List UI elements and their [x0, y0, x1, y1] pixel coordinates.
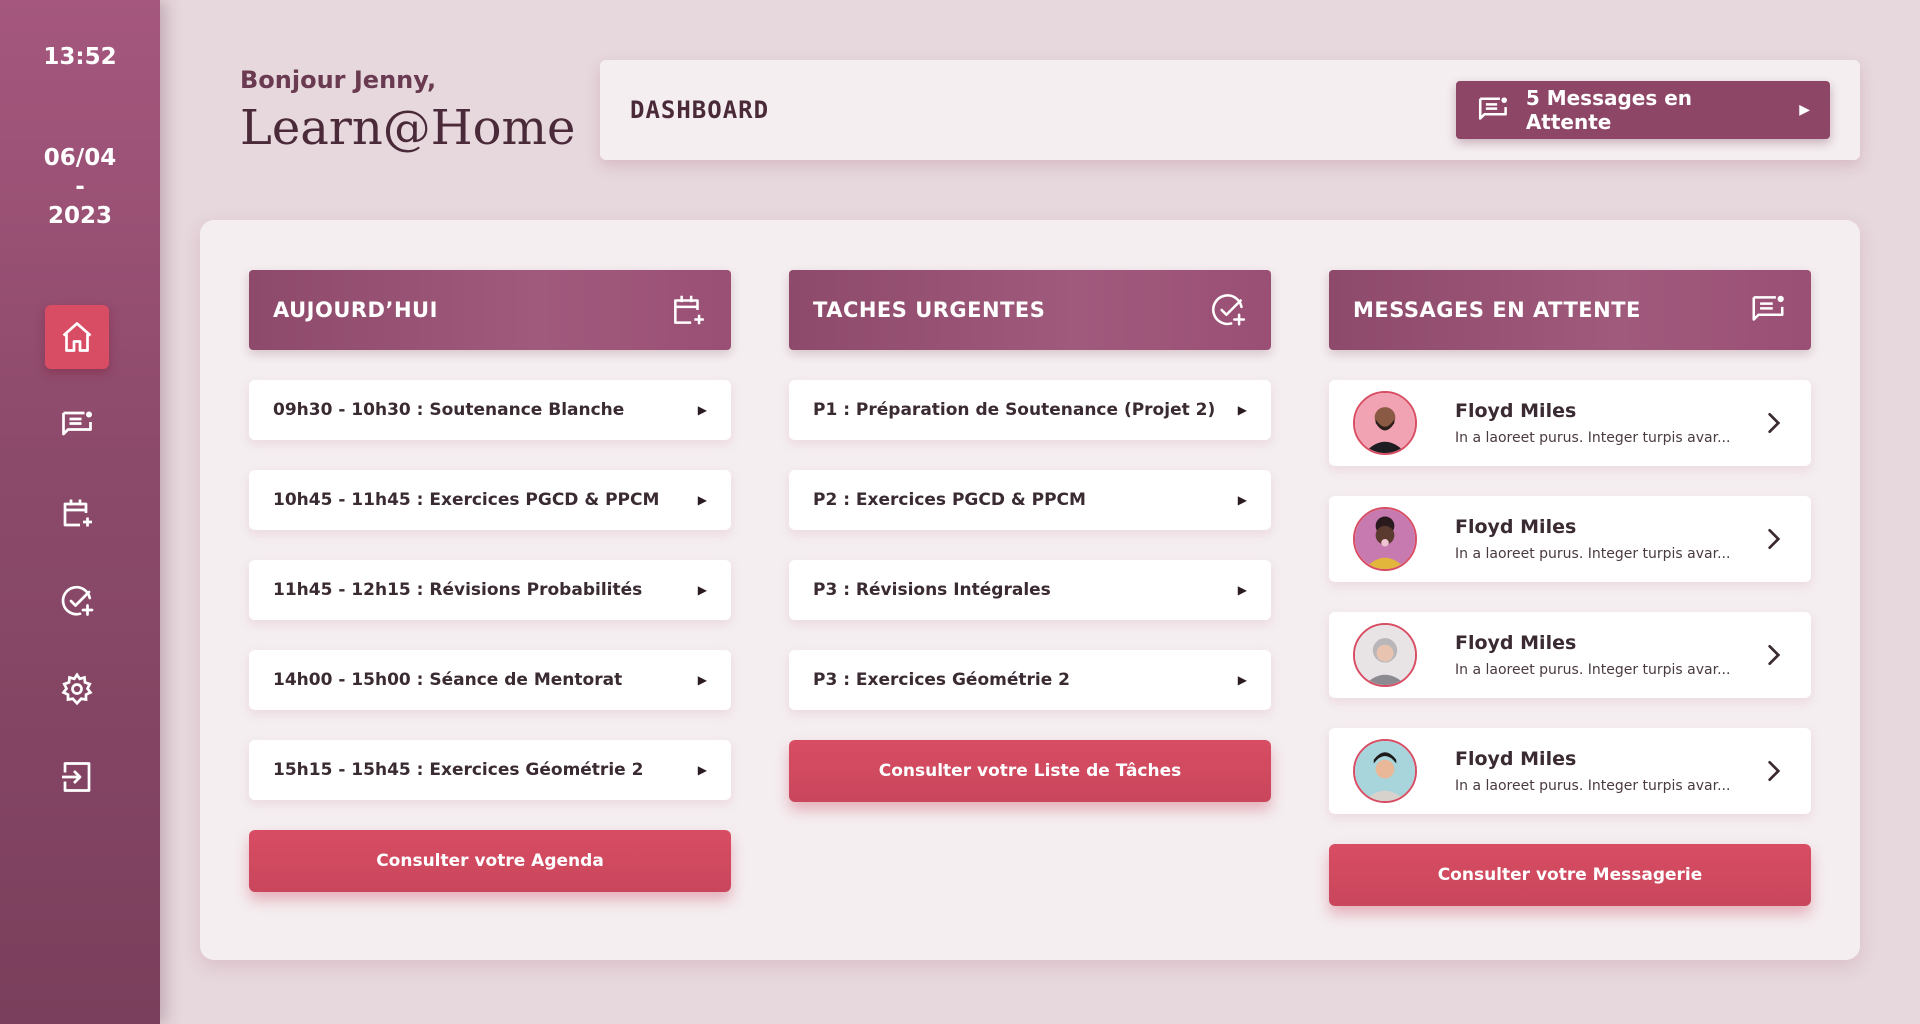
caret-right-icon: ▶	[1237, 583, 1247, 597]
caret-right-icon: ▶	[1237, 673, 1247, 687]
message-text: Floyd Miles In a laoreet purus. Integer …	[1455, 748, 1739, 794]
caret-right-icon: ▶	[697, 763, 707, 777]
message-preview: In a laoreet purus. Integer turpis avar.…	[1455, 546, 1731, 562]
nav-home[interactable]	[45, 305, 109, 369]
urgent-tasks-column: TACHES URGENTES P1 : Préparation de Sout…	[789, 270, 1271, 802]
message-item[interactable]: Floyd Miles In a laoreet purus. Integer …	[1329, 728, 1811, 814]
task-item-label: P2 : Exercices PGCD & PPCM	[813, 490, 1086, 510]
clock-time: 13:52	[43, 44, 117, 70]
caret-right-icon: ▶	[1799, 102, 1810, 118]
message-text: Floyd Miles In a laoreet purus. Integer …	[1455, 632, 1739, 678]
messages-icon	[1752, 295, 1784, 321]
task-item[interactable]: P3 : Révisions Intégrales ▶	[789, 560, 1271, 620]
agenda-item[interactable]: 10h45 - 11h45 : Exercices PGCD & PPCM ▶	[249, 470, 731, 530]
chevron-right-icon	[1768, 528, 1781, 550]
messages-icon	[62, 411, 92, 436]
agenda-item-label: 15h15 - 15h45 : Exercices Géométrie 2	[273, 760, 644, 780]
date-separator: -	[75, 174, 85, 200]
pending-messages-button[interactable]: 5 Messages en Attente ▶	[1456, 81, 1830, 139]
avatar	[1353, 739, 1417, 803]
agenda-item[interactable]: 09h30 - 10h30 : Soutenance Blanche ▶	[249, 380, 731, 440]
agenda-item-label: 09h30 - 10h30 : Soutenance Blanche	[273, 400, 625, 420]
caret-right-icon: ▶	[697, 493, 707, 507]
calendar-add-icon	[63, 499, 92, 527]
message-sender: Floyd Miles	[1455, 632, 1577, 654]
caret-right-icon: ▶	[1237, 403, 1247, 417]
task-item-label: P1 : Préparation de Soutenance (Projet 2…	[813, 400, 1216, 420]
message-preview: In a laoreet purus. Integer turpis avar.…	[1455, 430, 1731, 446]
pending-messages-title: MESSAGES EN ATTENTE	[1353, 298, 1641, 322]
caret-right-icon: ▶	[697, 583, 707, 597]
home-icon	[62, 322, 92, 352]
avatar	[1353, 507, 1417, 571]
avatar	[1353, 391, 1417, 455]
avatar	[1353, 623, 1417, 687]
caret-right-icon: ▶	[697, 403, 707, 417]
pending-messages-header: MESSAGES EN ATTENTE	[1329, 270, 1811, 350]
chevron-right-icon	[1768, 412, 1781, 434]
pending-messages-label: 5 Messages en Attente	[1525, 86, 1693, 134]
agenda-item[interactable]: 11h45 - 12h15 : Révisions Probabilités ▶	[249, 560, 731, 620]
nav-logout[interactable]	[45, 745, 109, 809]
task-item-label: P3 : Révisions Intégrales	[813, 580, 1051, 600]
today-header: AUJOURD’HUI	[249, 270, 731, 350]
current-date: 06/04 - 2023	[0, 144, 160, 231]
settings-icon	[61, 672, 93, 706]
message-text: Floyd Miles In a laoreet purus. Integer …	[1455, 516, 1739, 562]
dashboard-panel: AUJOURD’HUI 09h30 - 10h30 : Soutenance B…	[200, 220, 1860, 960]
today-title: AUJOURD’HUI	[273, 298, 438, 322]
calendar-add-icon	[674, 295, 704, 325]
message-sender: Floyd Miles	[1455, 516, 1577, 538]
task-item[interactable]: P2 : Exercices PGCD & PPCM ▶	[789, 470, 1271, 530]
agenda-item[interactable]: 15h15 - 15h45 : Exercices Géométrie 2 ▶	[249, 740, 731, 800]
agenda-button[interactable]: Consulter votre Agenda	[249, 830, 731, 892]
top-bar: DASHBOARD 5 Messages en Attente ▶	[600, 60, 1860, 160]
today-column: AUJOURD’HUI 09h30 - 10h30 : Soutenance B…	[249, 270, 731, 892]
urgent-tasks-header: TACHES URGENTES	[789, 270, 1271, 350]
greeting: Bonjour Jenny,	[240, 66, 437, 94]
message-sender: Floyd Miles	[1455, 400, 1577, 422]
message-item[interactable]: Floyd Miles In a laoreet purus. Integer …	[1329, 496, 1811, 582]
app-logo: Learn@Home	[240, 100, 576, 156]
task-item[interactable]: P1 : Préparation de Soutenance (Projet 2…	[789, 380, 1271, 440]
pending-messages-column: MESSAGES EN ATTENTE Floyd Miles In a lao…	[1329, 270, 1811, 906]
task-check-icon	[1212, 294, 1246, 326]
date-day-month: 06/04	[43, 145, 117, 171]
task-item-label: P3 : Exercices Géométrie 2	[813, 670, 1070, 690]
page-title: DASHBOARD	[630, 96, 770, 124]
sidebar: 13:52 06/04 - 2023	[0, 0, 160, 1024]
message-item[interactable]: Floyd Miles In a laoreet purus. Integer …	[1329, 612, 1811, 698]
caret-right-icon: ▶	[1237, 493, 1247, 507]
message-item[interactable]: Floyd Miles In a laoreet purus. Integer …	[1329, 380, 1811, 466]
caret-right-icon: ▶	[697, 673, 707, 687]
message-sender: Floyd Miles	[1455, 748, 1577, 770]
agenda-item-label: 11h45 - 12h15 : Révisions Probabilités	[273, 580, 643, 600]
message-preview: In a laoreet purus. Integer turpis avar.…	[1455, 662, 1731, 678]
nav-messages[interactable]	[45, 393, 109, 457]
chevron-right-icon	[1768, 644, 1781, 666]
task-check-icon	[61, 585, 94, 616]
nav-tasks[interactable]	[45, 569, 109, 633]
agenda-item-label: 10h45 - 11h45 : Exercices PGCD & PPCM	[273, 490, 660, 510]
message-preview: In a laoreet purus. Integer turpis avar.…	[1455, 778, 1731, 794]
task-list-button[interactable]: Consulter votre Liste de Tâches	[789, 740, 1271, 802]
agenda-item[interactable]: 14h00 - 15h00 : Séance de Mentorat ▶	[249, 650, 731, 710]
message-text: Floyd Miles In a laoreet purus. Integer …	[1455, 400, 1739, 446]
agenda-item-label: 14h00 - 15h00 : Séance de Mentorat	[273, 670, 623, 690]
logout-icon	[62, 762, 91, 792]
task-item[interactable]: P3 : Exercices Géométrie 2 ▶	[789, 650, 1271, 710]
messaging-button[interactable]: Consulter votre Messagerie	[1329, 844, 1811, 906]
messages-icon	[1478, 97, 1508, 120]
nav-settings[interactable]	[45, 657, 109, 721]
nav-calendar[interactable]	[45, 481, 109, 545]
date-year: 2023	[47, 203, 112, 229]
urgent-tasks-title: TACHES URGENTES	[813, 298, 1046, 322]
chevron-right-icon	[1768, 760, 1781, 782]
